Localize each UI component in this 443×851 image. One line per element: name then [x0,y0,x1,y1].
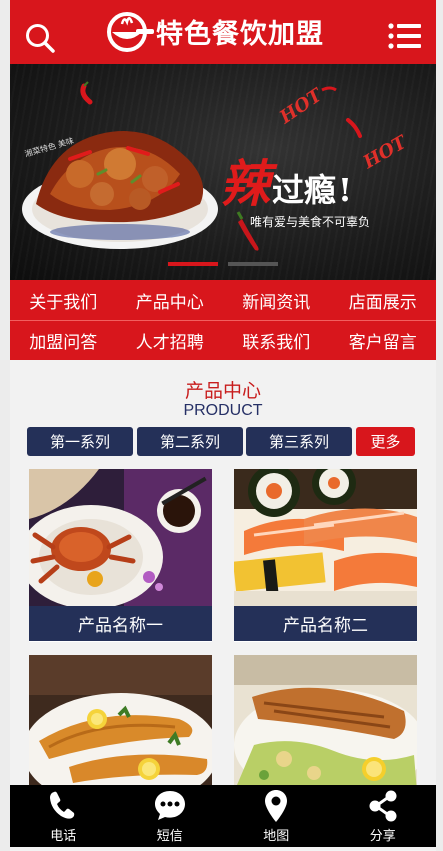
nav-item-products[interactable]: 产品中心 [117,280,224,320]
product-name[interactable]: 产品名称一 [29,606,212,641]
site-title: 特色餐饮加盟 [156,18,324,50]
share-icon [369,790,397,822]
hero-banner[interactable]: 湘菜特色 美味 HOT HOT 辣 过瘾 ! 唯有爱与美食不可辜负 [10,64,436,280]
bottom-item-phone[interactable]: 电话 [10,785,117,847]
mobile-page: 特色餐饮加盟 湘菜特色 美味 HOT HOT 辣 过瘾 ! 唯有爱与美食不可辜负… [10,0,436,851]
nav-row: 关于我们 产品中心 新闻资讯 店面展示 [10,280,436,320]
search-icon [26,24,55,53]
tab-series-3[interactable]: 第三系列 [246,427,352,456]
logo-wok-icon [107,12,154,52]
nav-item-feedback[interactable]: 客户留言 [330,321,437,360]
bottom-item-sms[interactable]: 短信 [117,785,224,847]
nav-item-about[interactable]: 关于我们 [10,280,117,320]
top-header: 特色餐饮加盟 [10,0,436,64]
slider-dot[interactable] [228,262,278,266]
bottom-item-label: 分享 [369,829,396,844]
tab-series-2[interactable]: 第二系列 [137,427,243,456]
slider-dot-active[interactable] [168,262,218,266]
section-title: 产品中心 [184,380,261,402]
bottom-item-label: 短信 [156,829,183,844]
chili-pepper [80,83,93,105]
nav-item-news[interactable]: 新闻资讯 [223,280,330,320]
bottom-item-label: 电话 [50,829,77,844]
slogan-text: 过瘾 [272,171,337,209]
product-image-grilled-fish[interactable] [234,655,417,792]
main-nav: 关于我们 产品中心 新闻资讯 店面展示 加盟问答 人才招聘 联系我们 客户留言 [10,280,436,360]
bottom-item-share[interactable]: 分享 [330,785,437,847]
slogan-highlight: 辣 [220,154,270,213]
nav-item-faq[interactable]: 加盟问答 [10,321,117,360]
product-card[interactable] [29,655,212,792]
menu-icon [388,23,421,49]
message-icon [154,791,185,820]
banner-subtitle: 唯有爱与美食不可辜负 [250,215,371,229]
slogan-mark: ! [338,171,353,209]
nav-item-contact[interactable]: 联系我们 [223,321,330,360]
site-logo[interactable]: 特色餐饮加盟 [102,10,324,52]
nav-row: 加盟问答 人才招聘 联系我们 客户留言 [10,320,436,360]
product-image-fried-fish[interactable] [29,655,212,792]
product-card[interactable] [234,655,417,792]
product-card[interactable]: 产品名称一 [29,469,212,642]
map-pin-icon [265,790,288,822]
search-button[interactable] [24,22,56,54]
product-card[interactable]: 产品名称二 [234,469,417,642]
slider-dots [168,262,278,266]
menu-button[interactable] [388,22,422,50]
nav-item-stores[interactable]: 店面展示 [330,280,437,320]
bottom-item-map[interactable]: 地图 [223,785,330,847]
more-button[interactable]: 更多 [356,427,415,456]
nav-item-jobs[interactable]: 人才招聘 [117,321,224,360]
banner-slogan: 辣 过瘾 ! [220,144,352,216]
section-subtitle: PRODUCT [183,402,263,419]
tab-series-1[interactable]: 第一系列 [27,427,133,456]
product-image-sushi[interactable] [234,469,417,606]
bottom-item-label: 地图 [263,829,290,844]
bottom-tab-bar: 电话 短信 地图 分享 [10,785,436,847]
product-image-crab[interactable] [29,469,212,606]
product-name[interactable]: 产品名称二 [234,606,417,641]
phone-icon [50,791,75,819]
